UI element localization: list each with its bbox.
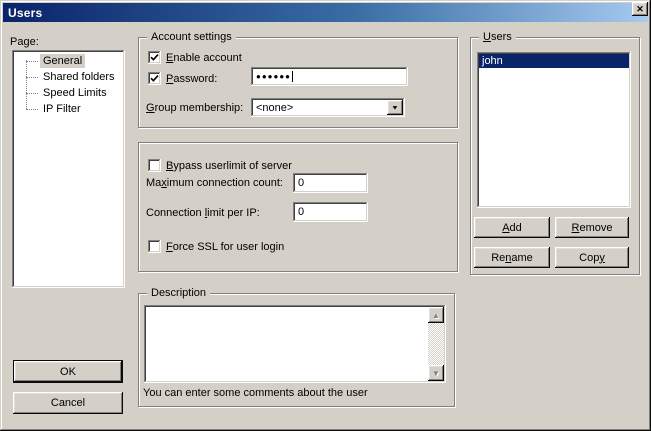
password-row: Password: xyxy=(148,72,217,85)
users-group-title: Users xyxy=(479,31,516,43)
copy-button-label: Copy xyxy=(579,252,605,264)
users-dialog: Users ✕ Page: General Shared folders Spe… xyxy=(0,0,651,431)
ok-button[interactable]: OK xyxy=(13,360,123,383)
select-value: <none> xyxy=(256,102,293,114)
enable-account-label[interactable]: Enable account xyxy=(166,52,242,64)
description-hint: You can enter some comments about the us… xyxy=(143,387,368,399)
tree-item-general[interactable]: General xyxy=(14,53,123,69)
description-text xyxy=(147,308,426,380)
tree-branch-icon xyxy=(26,93,38,94)
password-value: ●●●●●● xyxy=(256,72,291,81)
password-input[interactable]: ●●●●●● xyxy=(251,67,408,86)
user-item-john[interactable]: john xyxy=(479,54,629,68)
tree-branch-icon xyxy=(26,61,38,62)
page-tree: General Shared folders Speed Limits IP F… xyxy=(14,53,123,285)
add-button[interactable]: Add xyxy=(474,217,550,238)
account-settings-group: Account settings Enable account Password… xyxy=(138,37,458,128)
copy-button[interactable]: Copy xyxy=(555,247,629,268)
rename-button-label: Rename xyxy=(491,252,533,264)
tree-branch-icon xyxy=(26,77,38,78)
bypass-userlimit-checkbox[interactable] xyxy=(148,159,161,172)
remove-button[interactable]: Remove xyxy=(555,217,629,238)
window-title: Users xyxy=(3,6,42,20)
enable-account-checkbox[interactable] xyxy=(148,51,161,64)
force-ssl-checkbox[interactable] xyxy=(148,240,161,253)
description-group: Description ▲ ▼ You can enter some comme… xyxy=(138,293,455,407)
page-label: Page: xyxy=(10,36,39,48)
tree-item-label[interactable]: IP Filter xyxy=(40,102,84,116)
enable-account-row: Enable account xyxy=(148,51,242,64)
scroll-up-icon: ▲ xyxy=(432,311,440,320)
ip-limit-label: Connection limit per IP: xyxy=(146,207,260,219)
user-item-label: john xyxy=(482,55,503,67)
description-title: Description xyxy=(147,287,210,299)
connection-limits-group: Bypass userlimit of server Maximum conne… xyxy=(138,142,458,272)
max-connection-input[interactable]: 0 xyxy=(293,173,368,193)
scroll-up-button[interactable]: ▲ xyxy=(428,307,444,323)
password-label[interactable]: Password: xyxy=(166,73,217,85)
cancel-button-label: Cancel xyxy=(51,397,85,409)
remove-button-label: Remove xyxy=(572,222,613,234)
scroll-down-icon: ▼ xyxy=(432,369,440,378)
tree-item-speed-limits[interactable]: Speed Limits xyxy=(14,85,123,101)
group-membership-select[interactable]: <none> ▼ xyxy=(251,98,405,117)
users-list[interactable]: john xyxy=(477,52,631,208)
description-textarea[interactable]: ▲ ▼ xyxy=(144,305,446,383)
scroll-down-button[interactable]: ▼ xyxy=(428,365,444,381)
force-ssl-row: Force SSL for user login xyxy=(148,240,284,253)
tree-item-ip-filter[interactable]: IP Filter xyxy=(14,101,123,117)
tree-branch-icon xyxy=(26,109,38,110)
account-settings-title: Account settings xyxy=(147,31,236,43)
tree-item-shared-folders[interactable]: Shared folders xyxy=(14,69,123,85)
rename-button[interactable]: Rename xyxy=(474,247,550,268)
max-connection-label: Maximum connection count: xyxy=(146,177,283,189)
cancel-button[interactable]: Cancel xyxy=(13,392,123,414)
ok-button-label: OK xyxy=(60,366,76,378)
page-list[interactable]: General Shared folders Speed Limits IP F… xyxy=(12,50,125,288)
ip-limit-input[interactable]: 0 xyxy=(293,202,368,222)
password-checkbox[interactable] xyxy=(148,72,161,85)
ip-limit-value: 0 xyxy=(298,206,304,218)
text-cursor xyxy=(292,71,293,82)
add-button-label: Add xyxy=(502,222,522,234)
group-membership-label: Group membership: xyxy=(146,102,243,114)
title-bar[interactable]: Users xyxy=(3,3,648,22)
vertical-scrollbar[interactable]: ▲ ▼ xyxy=(428,307,444,381)
check-icon xyxy=(150,74,159,83)
users-group: Users john Add Remove Rename Copy xyxy=(470,37,640,275)
force-ssl-label[interactable]: Force SSL for user login xyxy=(166,241,284,253)
tree-item-label[interactable]: Speed Limits xyxy=(40,86,110,100)
bypass-userlimit-label[interactable]: Bypass userlimit of server xyxy=(166,160,292,172)
close-icon: ✕ xyxy=(636,5,644,14)
check-icon xyxy=(150,53,159,62)
max-connection-value: 0 xyxy=(298,177,304,189)
tree-item-label[interactable]: Shared folders xyxy=(40,70,118,84)
chevron-down-icon: ▼ xyxy=(391,105,399,111)
close-button[interactable]: ✕ xyxy=(632,2,648,16)
dropdown-button[interactable]: ▼ xyxy=(387,100,403,115)
tree-item-label[interactable]: General xyxy=(40,54,85,68)
bypass-userlimit-row: Bypass userlimit of server xyxy=(148,159,292,172)
